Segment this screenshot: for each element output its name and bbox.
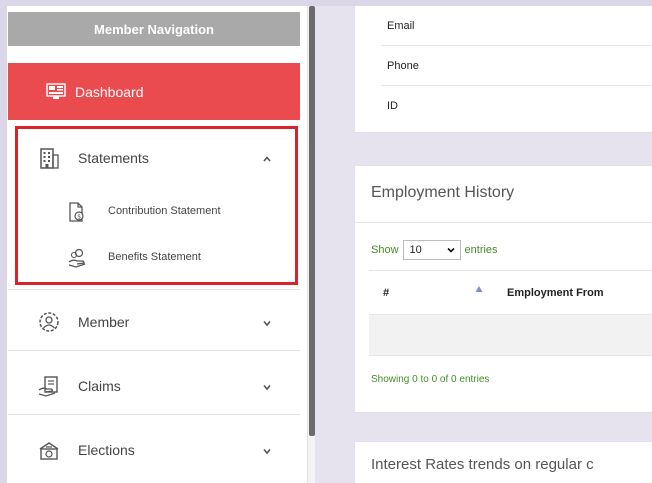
statements-highlight-box [15, 126, 298, 285]
profile-key: ID [387, 100, 398, 112]
card-divider [355, 222, 652, 223]
sidebar-divider [8, 414, 300, 415]
employment-history-card: Employment History Show 10 entries # Emp… [355, 166, 652, 412]
sidebar-item-elections-label: Elections [78, 442, 135, 458]
sidebar-item-member[interactable]: Member [8, 308, 300, 336]
profile-key: Phone [387, 60, 419, 72]
sidebar-scrollbar[interactable] [307, 6, 315, 483]
entries-select-value: 10 [409, 244, 422, 256]
sidebar-item-claims-label: Claims [78, 378, 121, 394]
profile-row-phone: Phone 2 [381, 46, 652, 86]
sidebar-divider [8, 289, 300, 290]
interest-rates-card: Interest Rates trends on regular c [355, 442, 652, 483]
table-empty-row [369, 314, 652, 356]
profile-row-id: ID 3 [381, 86, 652, 126]
entries-length-control: Show 10 entries [371, 240, 498, 260]
table-info: Showing 0 to 0 of 0 entries [371, 374, 490, 385]
chevron-down-icon[interactable] [262, 446, 272, 456]
table-header-row: # Employment From [369, 270, 652, 314]
entries-label: entries [464, 244, 498, 256]
interest-rates-title: Interest Rates trends on regular c [371, 456, 594, 473]
profile-card: Email l Phone 2 ID 3 [355, 6, 652, 132]
profile-row-email: Email l [381, 6, 652, 46]
sidebar-divider [8, 350, 300, 351]
chevron-down-icon[interactable] [262, 318, 272, 328]
main-content: Email l Phone 2 ID 3 Employment History … [315, 6, 652, 483]
column-header-employment-from[interactable]: Employment From [507, 287, 604, 299]
sidebar-item-claims[interactable]: Claims [8, 372, 300, 400]
sort-asc-icon[interactable] [475, 285, 483, 293]
claims-icon [38, 376, 58, 397]
sidebar-item-dashboard-label: Dashboard [75, 83, 144, 100]
sidebar-item-dashboard[interactable]: Dashboard [8, 63, 300, 120]
column-header-hash[interactable]: # [383, 287, 389, 299]
employment-history-title: Employment History [371, 184, 515, 201]
dashboard-icon [46, 83, 66, 99]
chevron-down-icon[interactable] [262, 382, 272, 392]
sidebar-header: Member Navigation [8, 12, 300, 46]
member-gear-icon [39, 312, 59, 332]
chevron-down-icon [446, 247, 455, 253]
entries-select[interactable]: 10 [402, 240, 461, 260]
profile-key: Email [387, 20, 415, 32]
sidebar-item-member-label: Member [78, 314, 130, 330]
show-label: Show [371, 244, 399, 256]
sidebar-item-elections[interactable]: Elections [8, 436, 300, 464]
ballot-box-icon [39, 442, 59, 460]
